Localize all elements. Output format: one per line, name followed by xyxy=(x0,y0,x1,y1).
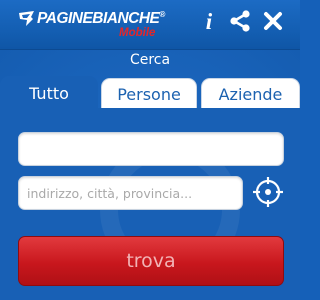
address-input[interactable] xyxy=(19,177,242,209)
info-icon: i xyxy=(205,8,213,34)
close-button[interactable] xyxy=(260,8,286,34)
locate-button[interactable] xyxy=(251,175,285,209)
share-button[interactable] xyxy=(227,8,253,34)
name-input[interactable] xyxy=(19,133,283,165)
paginebianche-logo: PAGINEBIANCHE® Mobile xyxy=(18,9,193,43)
app-header: PAGINEBIANCHE® Mobile i xyxy=(0,0,300,50)
section-title: Cerca xyxy=(129,52,171,68)
logo-wordmark: PAGINEBIANCHE® xyxy=(37,10,165,27)
name-field[interactable] xyxy=(18,132,284,166)
crosshair-locate-icon xyxy=(253,177,283,207)
tab-aziende[interactable]: Aziende xyxy=(201,78,300,110)
info-button[interactable]: i xyxy=(196,8,222,34)
share-icon xyxy=(230,10,250,32)
tab-persone[interactable]: Persone xyxy=(101,78,197,110)
search-button[interactable]: trova xyxy=(18,236,284,286)
paginebianche-pin-icon xyxy=(19,11,34,26)
logo-subtitle: Mobile xyxy=(119,27,156,39)
tab-tutto[interactable]: Tutto xyxy=(0,76,98,110)
app-root: PAGINEBIANCHE® Mobile i Cerca Tutto Pers… xyxy=(0,0,300,300)
close-icon xyxy=(264,12,282,30)
address-field[interactable] xyxy=(18,176,243,210)
